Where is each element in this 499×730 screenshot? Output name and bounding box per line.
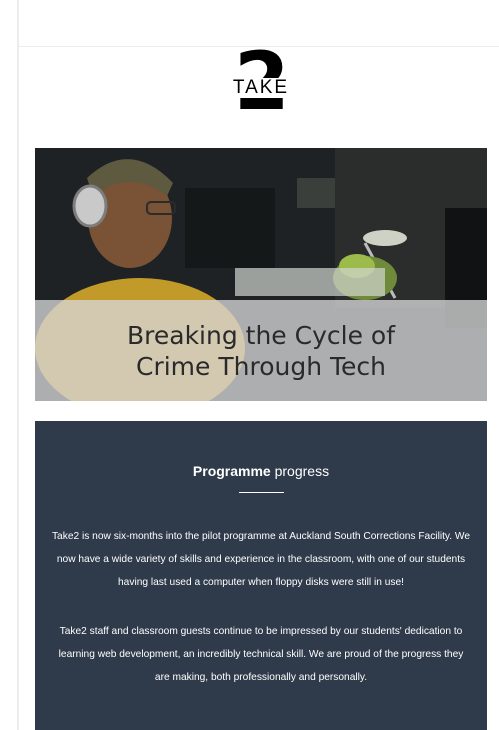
hero-banner: Breaking the Cycle of Crime Through Tech <box>35 148 487 401</box>
left-divider <box>17 0 19 730</box>
take2-logo: 2 TAKE <box>228 42 298 122</box>
hero-title: Breaking the Cycle of Crime Through Tech <box>126 321 395 381</box>
logo-word: TAKE <box>232 77 290 98</box>
heading-rest: progress <box>270 463 330 479</box>
heading-bold: Programme <box>192 463 271 479</box>
heading-underline <box>239 492 284 493</box>
programme-progress-section: Programme progress Take2 is now six-mont… <box>35 421 487 730</box>
paragraph-1: Take2 is now six-months into the pilot p… <box>51 531 471 588</box>
paragraph-2: Take2 staff and classroom guests continu… <box>58 626 464 683</box>
section-heading: Programme progress <box>35 463 487 479</box>
